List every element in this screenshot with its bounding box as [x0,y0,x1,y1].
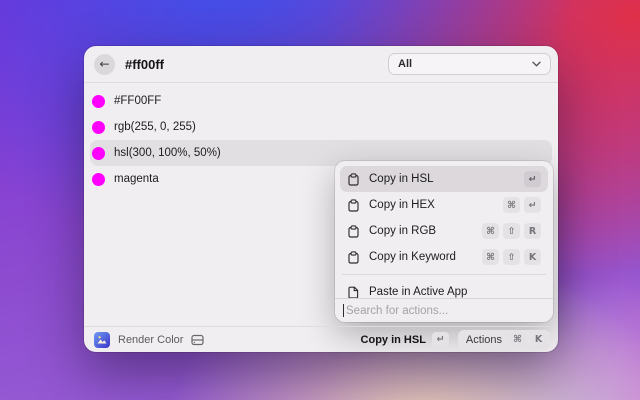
filter-dropdown-value: All [398,58,412,70]
list-item-label: magenta [114,173,159,185]
menu-item-label: Paste in Active App [369,286,467,298]
menu-item-copy-hex[interactable]: Copy in HEX ⌘ ↵ [340,192,548,218]
raycast-window: ← #ff00ff All #FF00FF rgb(255, 0, 255) h… [84,46,558,352]
key-return: ↵ [432,332,449,348]
filter-dropdown[interactable]: All [388,53,551,75]
drive-icon [191,334,204,346]
primary-action-button[interactable]: Copy in HSL ↵ [361,332,449,348]
clipboard-icon [347,199,360,212]
menu-item-copy-rgb[interactable]: Copy in RGB ⌘ ⇧ R [340,218,548,244]
list-item-label: hsl(300, 100%, 50%) [114,147,221,159]
key-shift: ⇧ [503,223,520,239]
menu-item-label: Copy in HSL [369,173,434,185]
key-shift: ⇧ [503,249,520,265]
menu-divider [342,274,546,275]
page-title: #ff00ff [125,57,164,72]
key-return: ↵ [524,197,541,213]
actions-menu-list: Copy in HSL ↵ Copy in HEX ⌘ ↵ [335,161,553,298]
primary-action-label: Copy in HSL [361,334,426,346]
clipboard-icon [347,173,360,186]
menu-item-copy-keyword[interactable]: Copy in Keyword ⌘ ⇧ K [340,244,548,270]
clipboard-icon [347,225,360,238]
list-item-label: rgb(255, 0, 255) [114,121,196,133]
key-cmd: ⌘ [482,223,499,239]
render-color-app-icon [94,332,110,348]
color-swatch [92,147,105,160]
command-name: Render Color [118,334,183,346]
search-placeholder: Search for actions... [346,305,448,317]
header: ← #ff00ff All [84,46,558,83]
menu-item-paste-active-app[interactable]: Paste in Active App [340,279,548,298]
clipboard-icon [347,251,360,264]
color-swatch [92,121,105,134]
list-item-rgb[interactable]: rgb(255, 0, 255) [90,114,552,140]
document-icon [347,286,360,299]
key-return: ↵ [524,171,541,187]
color-swatch [92,173,105,186]
key-k: K [530,332,547,348]
arrow-left-icon: ← [99,57,109,71]
color-swatch [92,95,105,108]
menu-item-label: Copy in Keyword [369,251,456,263]
footer: Render Color Copy in HSL ↵ Actions ⌘ K [84,326,558,352]
key-k: K [524,249,541,265]
actions-menu: Copy in HSL ↵ Copy in HEX ⌘ ↵ [335,161,553,322]
text-caret [343,304,344,317]
back-button[interactable]: ← [94,54,115,75]
actions-search-field[interactable]: Search for actions... [335,298,553,322]
actions-button-label: Actions [466,334,502,346]
chevron-down-icon [532,61,541,67]
menu-item-label: Copy in RGB [369,225,436,237]
key-cmd: ⌘ [503,197,520,213]
menu-item-copy-hsl[interactable]: Copy in HSL ↵ [340,166,548,192]
key-r: R [524,223,541,239]
list-item-label: #FF00FF [114,95,161,107]
key-cmd: ⌘ [482,249,499,265]
menu-item-label: Copy in HEX [369,199,435,211]
actions-button[interactable]: Actions ⌘ K [458,330,550,350]
key-cmd: ⌘ [509,332,526,348]
list-item-hex[interactable]: #FF00FF [90,88,552,114]
